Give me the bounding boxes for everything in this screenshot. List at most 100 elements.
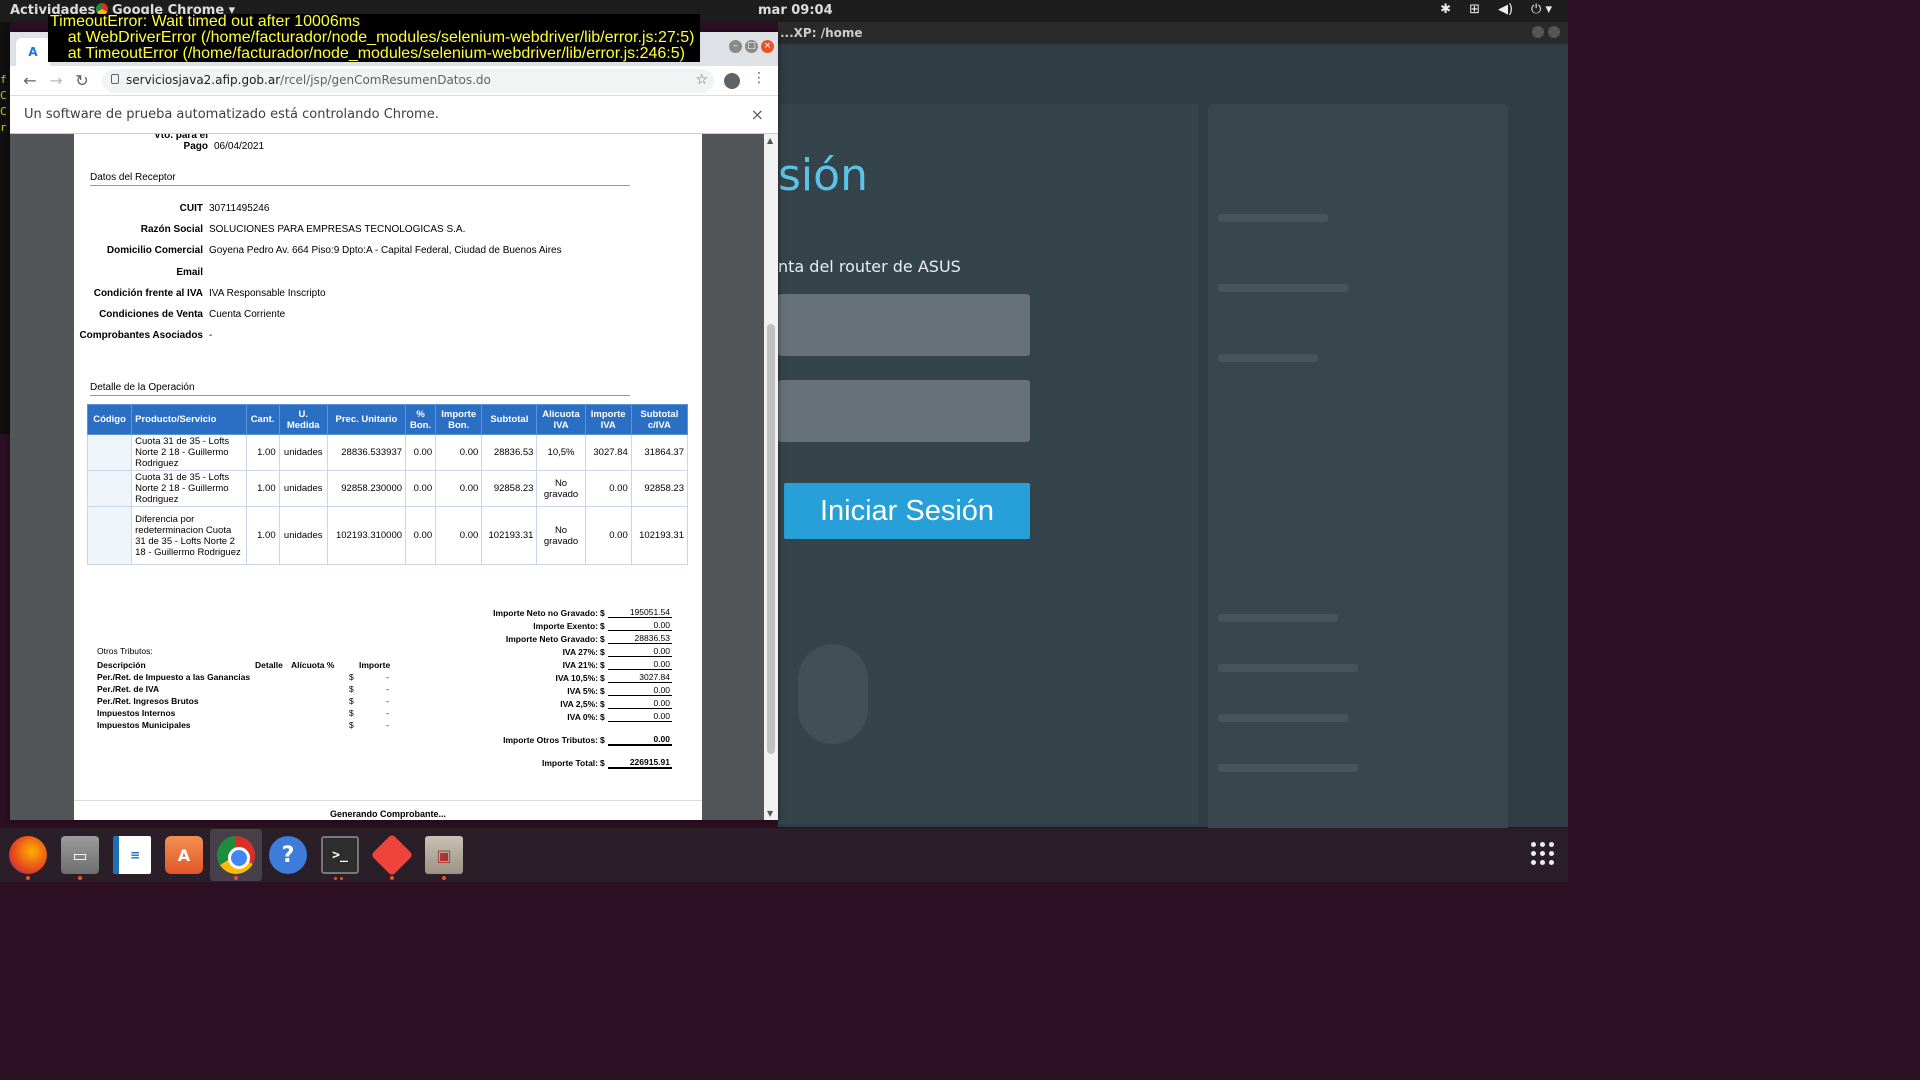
back-arrow-icon[interactable]: ← [20, 71, 40, 90]
dock-item-terminal[interactable]: >_ [314, 829, 366, 881]
dock-item-software[interactable]: A [158, 829, 210, 881]
scroll-up-icon[interactable]: ▲ [767, 136, 773, 145]
cell-umedida: unidades [278, 506, 328, 565]
field-value: SOLUCIONES PARA EMPRESAS TECNOLOGICAS S.… [209, 224, 466, 235]
column-header: Descripción [97, 660, 146, 670]
cell-precio: 102193.310000 [326, 506, 407, 565]
account-icon[interactable] [724, 73, 740, 89]
help-icon: ? [269, 836, 307, 874]
column-header: Código [86, 404, 133, 435]
volume-icon[interactable]: ◀) [1498, 2, 1513, 17]
background-window-controls[interactable] [1532, 26, 1560, 38]
browser-toolbar: ← → ↻ serviciosjava2.afip.gob.ar/rcel/js… [10, 66, 778, 96]
vertical-scrollbar[interactable]: ▲ ▼ [764, 134, 778, 820]
cell-codigo [86, 506, 133, 565]
bluetooth-icon[interactable]: ✱ [1440, 2, 1451, 17]
currency-symbol: $ [349, 696, 354, 706]
error-overlay: TimeoutError: Wait timed out after 10006… [48, 13, 701, 62]
currency-symbol: $ [600, 646, 605, 657]
dock-item-archive[interactable]: ▣ [418, 829, 470, 881]
dock: ▭ ≡ A ? >_ ▣ [0, 828, 1568, 882]
currency-symbol: $ [600, 672, 605, 683]
running-indicator [340, 877, 343, 880]
receptor-section-title: Datos del Receptor [90, 172, 630, 186]
maximize-icon[interactable]: □ [745, 40, 758, 53]
close-icon[interactable]: × [761, 40, 774, 53]
cell-cant: 1.00 [245, 434, 280, 471]
login-button[interactable]: Iniciar Sesión [784, 483, 1030, 539]
dock-item-chrome[interactable] [210, 829, 262, 881]
receptor-row: Condición frente al IVA IVA Responsable I… [74, 288, 326, 299]
error-line: at WebDriverError (/home/facturador/node… [50, 29, 695, 46]
lock-icon [111, 74, 119, 84]
field-value: - [209, 330, 213, 341]
scrollbar-thumb[interactable] [767, 324, 775, 754]
field-label: Email [176, 267, 203, 278]
running-indicator [390, 876, 394, 880]
field-label: Razón Social [140, 224, 203, 235]
field-label: Domicilio Comercial [106, 245, 203, 256]
total-row: Importe Exento: $0.00 [464, 619, 672, 632]
currency-symbol: $ [600, 711, 605, 722]
currency-symbol: $ [600, 698, 605, 709]
total-label: Importe Neto Gravado: [505, 633, 598, 644]
minimize-icon[interactable] [1532, 26, 1544, 38]
anydesk-icon [370, 833, 414, 877]
page-viewport[interactable]: Vto. para el Pago 06/04/2021 Datos del Re… [10, 134, 764, 820]
power-icon[interactable]: ⏻ ▾ [1531, 2, 1552, 17]
show-applications-icon[interactable] [1531, 842, 1554, 865]
totals-block: Importe Neto no Gravado: $195051.54 Impor… [464, 606, 672, 769]
tab-afip[interactable]: A [16, 38, 50, 66]
otros-row: Per./Ret. Ingresos Brutos $ - [97, 695, 389, 707]
blurred-text [1218, 354, 1318, 362]
dock-item-anydesk[interactable] [366, 829, 418, 881]
clock[interactable]: mar 09:04 [758, 3, 833, 18]
blurred-text [1218, 714, 1348, 722]
close-icon[interactable] [1548, 26, 1560, 38]
dock-item-firefox[interactable] [2, 829, 54, 881]
cell-codigo [86, 470, 133, 507]
vto-row: Vto. para el Pago 06/04/2021 [130, 134, 264, 152]
infobar-text: Un software de prueba automatizado está … [24, 107, 439, 122]
chrome-window[interactable]: A – □ × ← → ↻ serviciosjava2.afip.gob.ar… [10, 32, 778, 820]
system-tray[interactable]: ✱ ⊞ ◀) ⏻ ▾ [1440, 2, 1552, 17]
address-bar[interactable]: serviciosjava2.afip.gob.ar/rcel/jsp/genC… [102, 69, 714, 93]
total-row: IVA 0%: $0.00 [464, 710, 672, 723]
router-graphic [798, 644, 868, 744]
dock-item-writer[interactable]: ≡ [106, 829, 158, 881]
running-indicator [234, 876, 238, 880]
window-controls[interactable]: – □ × [729, 40, 774, 53]
forward-arrow-icon[interactable]: → [46, 71, 66, 90]
dock-item-help[interactable]: ? [262, 829, 314, 881]
background-window-titlebar[interactable]: ...XP: /home [778, 22, 1568, 44]
error-line: TimeoutError: Wait timed out after 10006… [50, 13, 361, 30]
terminal-icon: >_ [321, 836, 359, 874]
dock-item-files[interactable]: ▭ [54, 829, 106, 881]
cell-producto: Diferencia por redeterminacion Cuota 31 … [131, 506, 247, 565]
username-field[interactable] [778, 294, 1030, 356]
table-row: Cuota 31 de 35 - Lofts Norte 2 18 - Guil… [86, 470, 689, 507]
column-header: % Bon. [405, 404, 437, 435]
scroll-down-icon[interactable]: ▼ [767, 809, 773, 818]
reload-icon[interactable]: ↻ [72, 71, 92, 90]
bookmark-star-icon[interactable]: ☆ [695, 72, 708, 88]
cell-subtotal-iva: 31864.37 [630, 434, 689, 471]
background-window[interactable]: ...XP: /home sión nta del router de ASUS… [778, 22, 1568, 844]
currency-symbol: $ [349, 720, 354, 730]
running-indicator [78, 876, 82, 880]
total-row: IVA 10,5%: $3027.84 [464, 671, 672, 684]
chrome-icon [217, 836, 255, 874]
column-header: Importe Bon. [435, 404, 483, 435]
minimize-icon[interactable]: – [729, 40, 742, 53]
column-header: Producto/Servicio [131, 404, 247, 435]
total-row: IVA 21%: $0.00 [464, 658, 672, 671]
total-value: 226915.91 [608, 757, 672, 769]
close-icon[interactable]: × [751, 105, 764, 124]
total-value: 0.00 [608, 698, 672, 709]
network-icon[interactable]: ⊞ [1469, 2, 1480, 17]
kebab-menu-icon[interactable]: ⋮ [752, 70, 766, 86]
receptor-row: Razón Social SOLUCIONES PARA EMPRESAS TEC… [74, 224, 466, 235]
password-field[interactable] [778, 380, 1030, 442]
cell-producto: Cuota 31 de 35 - Lofts Norte 2 18 - Guil… [131, 434, 247, 471]
currency-symbol: $ [600, 734, 605, 745]
